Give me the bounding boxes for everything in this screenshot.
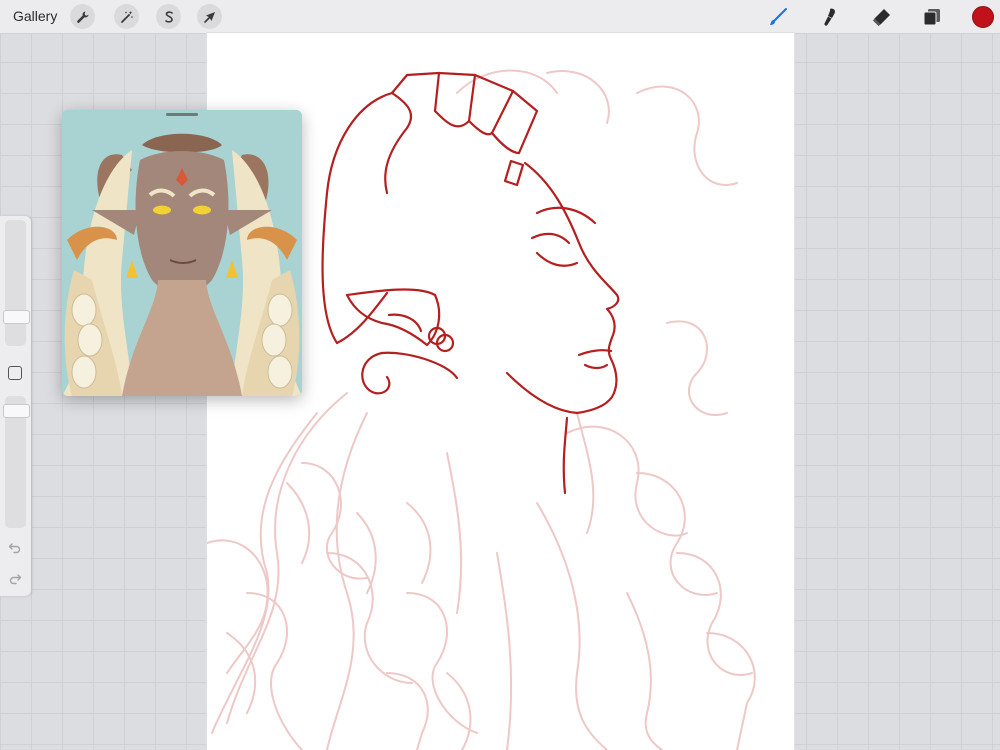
side-bar xyxy=(0,216,31,596)
arrow-cursor-icon xyxy=(203,11,215,23)
eraser-icon xyxy=(873,9,890,26)
actions-button[interactable] xyxy=(70,4,95,29)
brush-size-slider[interactable] xyxy=(5,220,26,346)
redo-icon[interactable] xyxy=(8,571,22,585)
layers-icon xyxy=(923,9,940,26)
adjustments-button[interactable] xyxy=(114,4,139,29)
layers-button[interactable] xyxy=(920,5,944,29)
opacity-slider-thumb[interactable] xyxy=(3,404,30,418)
selection-button[interactable] xyxy=(156,4,181,29)
magic-wand-icon xyxy=(120,10,133,23)
color-picker-button[interactable] xyxy=(972,6,994,28)
transform-button[interactable] xyxy=(197,4,222,29)
eraser-tool-button[interactable] xyxy=(869,5,893,29)
brush-icon xyxy=(770,8,787,25)
wrench-icon xyxy=(76,11,88,23)
smudge-tool-button[interactable] xyxy=(817,5,841,29)
top-toolbar: Gallery xyxy=(0,0,1000,34)
reference-image xyxy=(62,110,302,396)
undo-icon[interactable] xyxy=(8,540,22,554)
reference-window[interactable] xyxy=(62,110,302,396)
reference-grabber[interactable] xyxy=(166,113,198,116)
modify-button[interactable] xyxy=(8,366,22,380)
smudge-icon xyxy=(824,8,836,26)
selection-s-icon xyxy=(164,10,173,23)
brush-tool-button[interactable] xyxy=(766,5,790,29)
brush-size-slider-thumb[interactable] xyxy=(3,310,30,324)
gallery-button[interactable]: Gallery xyxy=(13,8,57,24)
